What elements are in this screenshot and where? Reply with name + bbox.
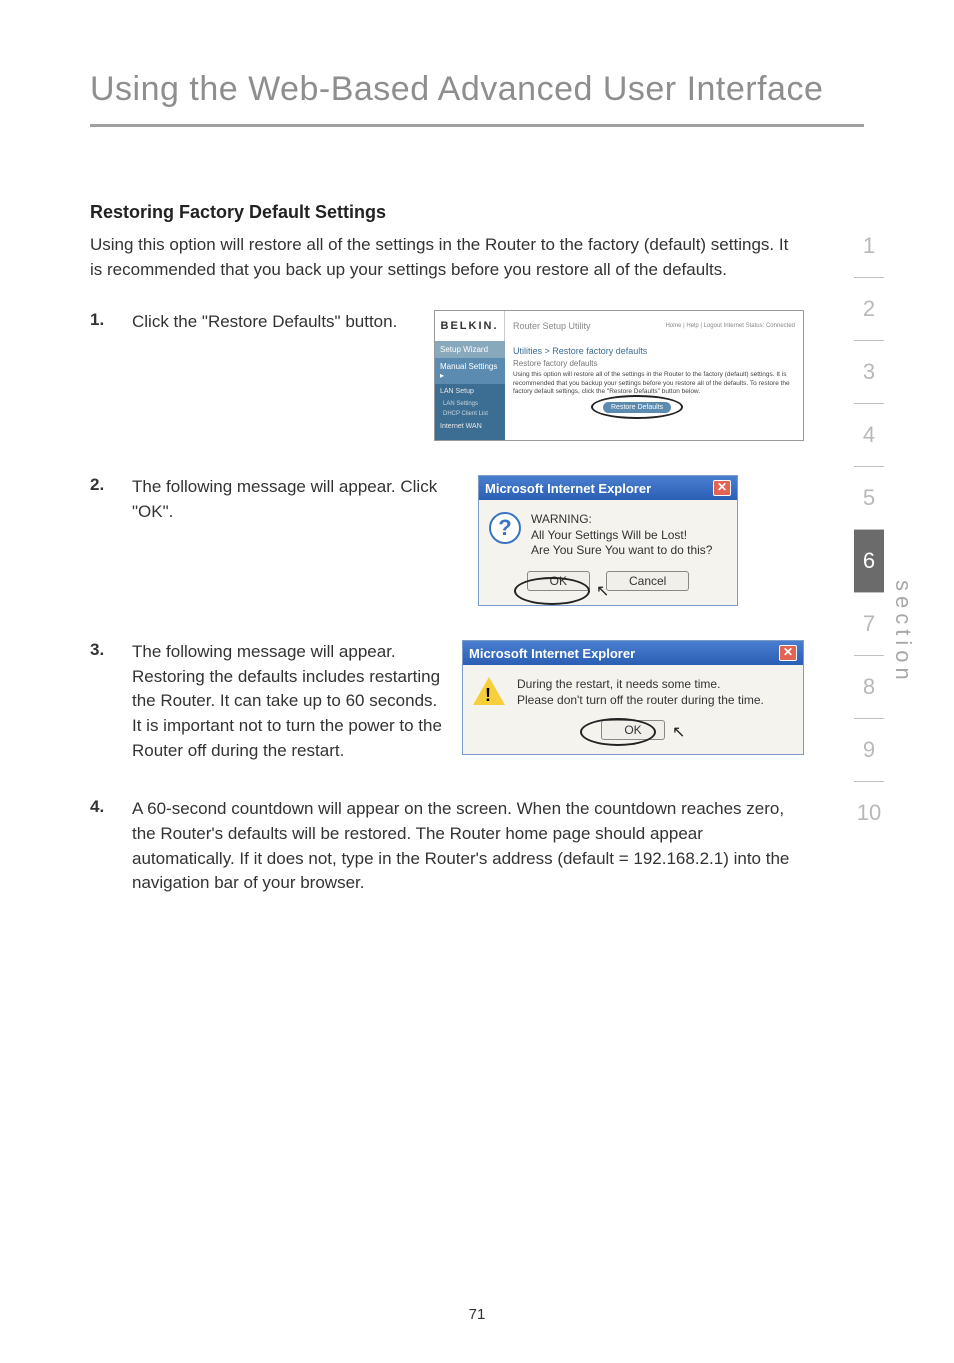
belkin-main-panel: Utilities > Restore factory defaults Res… bbox=[505, 341, 803, 440]
router-header-links: Home | Help | Logout Internet Status: Co… bbox=[665, 323, 795, 329]
cancel-button[interactable]: Cancel bbox=[606, 571, 689, 591]
dialog-line: Are You Sure You want to do this? bbox=[531, 543, 712, 559]
step-3: 3. The following message will appear. Re… bbox=[90, 640, 804, 763]
step-text: The following message will appear. Resto… bbox=[132, 640, 442, 763]
section-nav-item[interactable]: 8 bbox=[854, 656, 884, 719]
step-text: A 60-second countdown will appear on the… bbox=[132, 797, 804, 896]
section-label: section bbox=[890, 580, 916, 685]
intro-paragraph: Using this option will restore all of th… bbox=[90, 233, 804, 282]
belkin-logo: BELKIN. bbox=[435, 311, 505, 341]
dialog-message: During the restart, it needs some time. … bbox=[517, 677, 764, 708]
dialog-line: During the restart, it needs some time. bbox=[517, 677, 764, 693]
dialog-line: WARNING: bbox=[531, 512, 712, 528]
cursor-icon: ↖ bbox=[672, 722, 685, 742]
section-nav-item[interactable]: 7 bbox=[854, 593, 884, 656]
section-nav-item[interactable]: 1 bbox=[854, 215, 884, 278]
section-nav-item[interactable]: 4 bbox=[854, 404, 884, 467]
panel-breadcrumb: Utilities > Restore factory defaults bbox=[513, 346, 795, 356]
step-number: 4. bbox=[90, 797, 132, 817]
section-nav-item[interactable]: 9 bbox=[854, 719, 884, 782]
step-number: 2. bbox=[90, 475, 132, 495]
dialog-line: Please don't turn off the router during … bbox=[517, 693, 764, 709]
section-nav-item[interactable]: 10 bbox=[854, 782, 884, 844]
sidebar-item-dhcp[interactable]: DHCP Client List bbox=[435, 409, 505, 419]
ok-button[interactable]: OK bbox=[527, 571, 590, 591]
close-icon[interactable]: ✕ bbox=[713, 480, 731, 496]
belkin-sidebar: Setup Wizard Manual Settings ▸ LAN Setup… bbox=[435, 341, 505, 440]
restore-defaults-button[interactable]: Restore Defaults bbox=[603, 402, 671, 413]
step-text: The following message will appear. Click… bbox=[132, 475, 458, 606]
sidebar-item-setup-wizard[interactable]: Setup Wizard bbox=[435, 341, 505, 358]
step-1: 1. Click the "Restore Defaults" button. … bbox=[90, 310, 804, 441]
sidebar-item-manual-settings[interactable]: Manual Settings ▸ bbox=[435, 358, 505, 384]
page-title: Using the Web-Based Advanced User Interf… bbox=[0, 0, 954, 119]
subheading: Restoring Factory Default Settings bbox=[90, 202, 804, 223]
content-area: Restoring Factory Default Settings Using… bbox=[0, 127, 954, 896]
dialog-title: Microsoft Internet Explorer bbox=[485, 481, 651, 496]
step-number: 3. bbox=[90, 640, 132, 660]
close-icon[interactable]: ✕ bbox=[779, 645, 797, 661]
section-nav-item-active[interactable]: 6 bbox=[854, 530, 884, 593]
section-nav-item[interactable]: 3 bbox=[854, 341, 884, 404]
sidebar-item-lan-setup: LAN Setup bbox=[435, 384, 505, 399]
dialog-title: Microsoft Internet Explorer bbox=[469, 646, 635, 661]
section-nav-item[interactable]: 2 bbox=[854, 278, 884, 341]
step-4: 4. A 60-second countdown will appear on … bbox=[90, 797, 804, 896]
panel-subtitle: Restore factory defaults bbox=[513, 359, 795, 368]
dialog-line: All Your Settings Will be Lost! bbox=[531, 528, 712, 544]
dialog-message: WARNING: All Your Settings Will be Lost!… bbox=[531, 512, 712, 559]
step-text: Click the "Restore Defaults" button. bbox=[132, 310, 414, 441]
step-2: 2. The following message will appear. Cl… bbox=[90, 475, 804, 606]
sidebar-item-lan-settings[interactable]: LAN Settings bbox=[435, 399, 505, 409]
router-utility-title: Router Setup Utility bbox=[513, 321, 591, 331]
ok-button[interactable]: OK bbox=[601, 720, 664, 740]
step-number: 1. bbox=[90, 310, 132, 330]
panel-description: Using this option will restore all of th… bbox=[513, 371, 795, 396]
page-number: 71 bbox=[0, 1306, 954, 1323]
section-nav: 1 2 3 4 5 6 7 8 9 10 bbox=[854, 215, 884, 844]
belkin-screenshot: BELKIN. Router Setup Utility Home | Help… bbox=[434, 310, 804, 441]
section-nav-item[interactable]: 5 bbox=[854, 467, 884, 530]
question-icon: ? bbox=[489, 512, 521, 544]
sidebar-item-internet-wan: Internet WAN bbox=[435, 419, 505, 434]
cursor-icon: ↖ bbox=[596, 581, 609, 601]
ie-dialog-restart: Microsoft Internet Explorer ✕ ! During t… bbox=[462, 640, 804, 755]
